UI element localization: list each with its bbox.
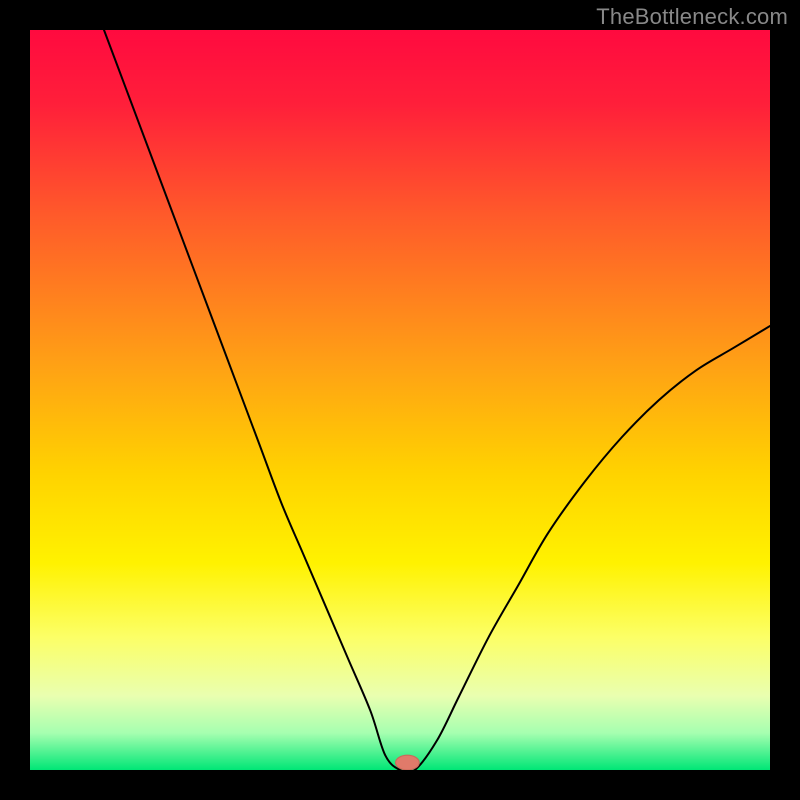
- chart-frame: TheBottleneck.com: [0, 0, 800, 800]
- minimum-marker: [396, 755, 420, 770]
- plot-area: [30, 30, 770, 770]
- chart-svg: [30, 30, 770, 770]
- watermark-text: TheBottleneck.com: [596, 4, 788, 30]
